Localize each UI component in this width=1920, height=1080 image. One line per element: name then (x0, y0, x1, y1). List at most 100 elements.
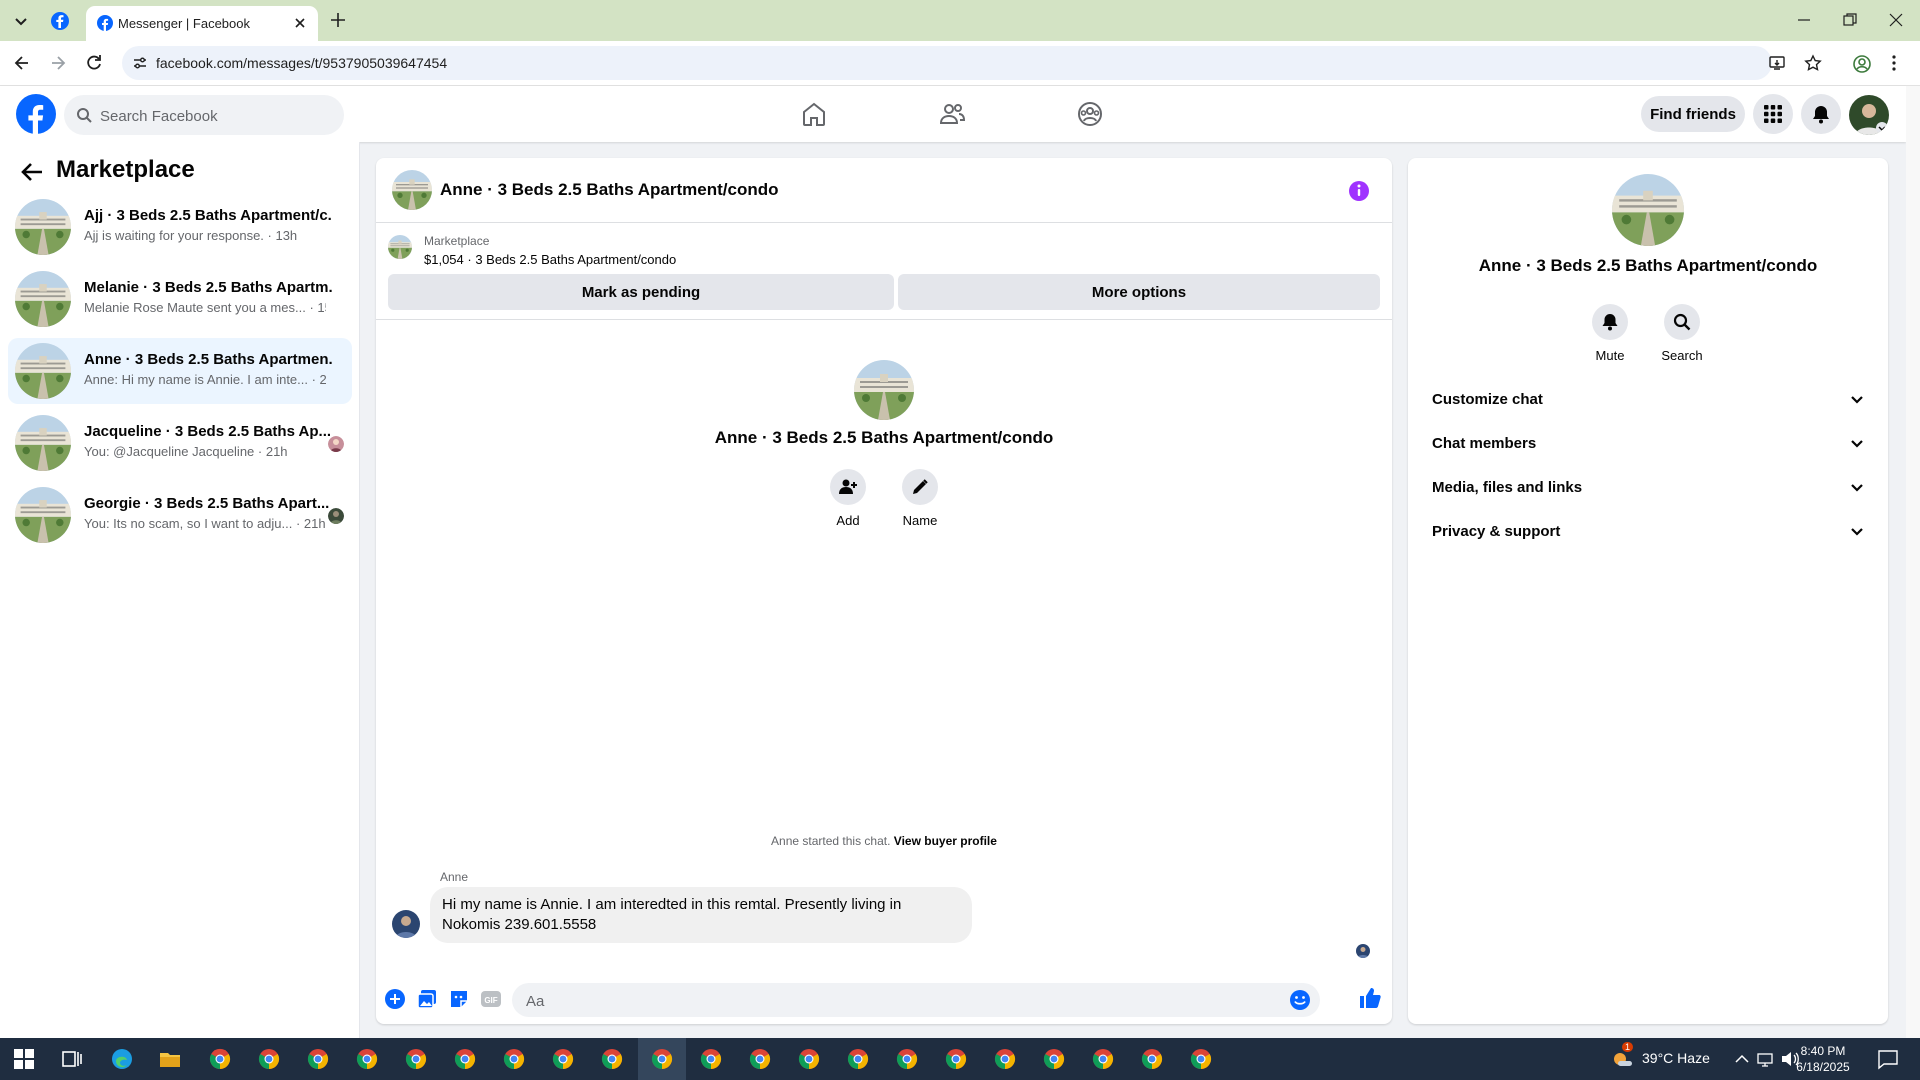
chrome-icon[interactable] (993, 1047, 1017, 1071)
task-view-icon[interactable] (60, 1047, 84, 1071)
notification-center-icon[interactable] (1876, 1047, 1900, 1071)
sender-avatar[interactable] (392, 910, 420, 938)
emoji-icon[interactable] (1288, 988, 1312, 1012)
chat-item-ajj[interactable]: Ajj · 3 Beds 2.5 Baths Apartment/c... Aj… (8, 194, 352, 260)
address-bar[interactable]: facebook.com/messages/t/9537905039647454 (122, 46, 1772, 80)
listing-title[interactable]: $1,054 · 3 Beds 2.5 Baths Apartment/cond… (424, 252, 676, 267)
page-scrollbar[interactable] (1906, 86, 1920, 1038)
chrome-icon[interactable] (797, 1047, 821, 1071)
notifications-button[interactable] (1801, 94, 1841, 134)
chrome-icon[interactable] (1189, 1047, 1213, 1071)
back-arrow-icon[interactable] (12, 53, 32, 73)
friends-icon[interactable] (938, 100, 966, 128)
chrome-icon[interactable] (453, 1047, 477, 1071)
info-icon[interactable] (1348, 180, 1370, 202)
search-action[interactable]: Search (1652, 304, 1712, 363)
chrome-icon[interactable] (846, 1047, 870, 1071)
media-files-links-section[interactable]: Media, files and links (1416, 466, 1880, 510)
chat-item-melanie[interactable]: Melanie · 3 Beds 2.5 Baths Apartm... Mel… (8, 266, 352, 332)
chrome-icon[interactable] (699, 1047, 723, 1071)
minimize-icon[interactable] (1794, 10, 1814, 30)
listing-thumbnail[interactable] (388, 235, 412, 259)
site-settings-icon[interactable] (132, 55, 148, 71)
section-title: Customize chat (1432, 391, 1543, 408)
message-input[interactable] (524, 983, 1268, 1019)
active-browser-tab[interactable]: Messenger | Facebook (86, 6, 318, 41)
chrome-icon[interactable] (895, 1047, 919, 1071)
weather-text[interactable]: 39°C Haze (1642, 1050, 1710, 1066)
section-title: Privacy & support (1432, 523, 1561, 540)
edge-icon[interactable] (110, 1047, 134, 1071)
plus-circle-icon[interactable] (384, 988, 406, 1010)
mute-action[interactable]: Mute (1580, 304, 1640, 363)
chat-item-anne[interactable]: Anne · 3 Beds 2.5 Baths Apartmen... Anne… (8, 338, 352, 404)
search-input[interactable] (98, 95, 332, 137)
chrome-icon[interactable] (748, 1047, 772, 1071)
svg-text:GIF: GIF (484, 996, 497, 1005)
close-window-icon[interactable] (1886, 10, 1906, 30)
chrome-icon[interactable] (1091, 1047, 1115, 1071)
bell-icon (1813, 106, 1829, 124)
more-options-button[interactable]: More options (898, 274, 1380, 310)
chat-started-notice: Anne started this chat. View buyer profi… (376, 834, 1392, 848)
restore-icon[interactable] (1840, 10, 1860, 30)
windows-taskbar: 1 39°C Haze 8:40 PM 6/18/2025 (0, 1038, 1920, 1080)
close-tab-icon[interactable] (292, 15, 308, 31)
chat-name: Ajj · 3 Beds 2.5 Baths Apartment/c... (84, 207, 332, 224)
reload-icon[interactable] (84, 53, 104, 73)
customize-chat-section[interactable]: Customize chat (1416, 378, 1880, 422)
chat-name: Anne · 3 Beds 2.5 Baths Apartmen... (84, 351, 332, 368)
chrome-icon[interactable] (502, 1047, 526, 1071)
chrome-icon[interactable] (355, 1047, 379, 1071)
facebook-icon (51, 12, 69, 30)
chrome-icon[interactable] (257, 1047, 281, 1071)
facebook-header: Find friends (0, 86, 1906, 142)
conversation-title[interactable]: Anne · 3 Beds 2.5 Baths Apartment/condo (440, 180, 778, 200)
conversation-avatar[interactable] (392, 170, 432, 210)
new-tab-icon[interactable] (328, 10, 348, 30)
home-icon[interactable] (800, 100, 828, 128)
chrome-icon[interactable] (1140, 1047, 1164, 1071)
add-people-action[interactable]: Add (818, 469, 878, 528)
photo-icon[interactable] (416, 988, 438, 1010)
chrome-icon[interactable] (551, 1047, 575, 1071)
install-app-icon[interactable] (1768, 54, 1786, 72)
chrome-icon[interactable] (600, 1047, 624, 1071)
groups-icon[interactable] (1076, 100, 1104, 128)
chat-preview: You: Its no scam, so I want to adju... ·… (84, 516, 326, 531)
chat-item-jacqueline[interactable]: Jacqueline · 3 Beds 2.5 Baths Ap... You:… (8, 410, 352, 476)
section-title: Chat members (1432, 435, 1537, 452)
chrome-icon[interactable] (944, 1047, 968, 1071)
thumbs-up-icon[interactable] (1358, 986, 1382, 1010)
menu-button[interactable] (1753, 94, 1793, 134)
chrome-icon[interactable] (306, 1047, 330, 1071)
forward-arrow-icon[interactable] (48, 53, 68, 73)
file-explorer-icon[interactable] (158, 1047, 182, 1071)
chevron-up-icon[interactable] (1732, 1047, 1756, 1071)
bookmark-star-icon[interactable] (1804, 54, 1822, 72)
windows-start-icon[interactable] (12, 1047, 36, 1071)
chat-item-georgie[interactable]: Georgie · 3 Beds 2.5 Baths Apart... You:… (8, 482, 352, 548)
account-avatar[interactable] (1849, 95, 1889, 135)
find-friends-button[interactable]: Find friends (1641, 96, 1745, 132)
chrome-icon[interactable] (1042, 1047, 1066, 1071)
back-arrow-icon[interactable] (18, 158, 46, 186)
browser-menu-icon[interactable] (1890, 54, 1898, 72)
tab-search-button[interactable] (10, 10, 32, 32)
pinned-facebook-tab[interactable] (48, 9, 72, 33)
message-bubble[interactable]: Hi my name is Annie. I am interedted in … (430, 887, 972, 943)
chrome-icon[interactable] (404, 1047, 428, 1071)
chrome-icon[interactable] (650, 1047, 674, 1071)
network-icon[interactable] (1756, 1047, 1780, 1071)
facebook-logo-icon[interactable] (16, 94, 56, 134)
name-chat-action[interactable]: Name (890, 469, 950, 528)
system-clock[interactable]: 8:40 PM 6/18/2025 (1786, 1043, 1860, 1075)
chrome-icon[interactable] (208, 1047, 232, 1071)
view-buyer-profile-link[interactable]: View buyer profile (894, 834, 997, 848)
chat-members-section[interactable]: Chat members (1416, 422, 1880, 466)
sticker-icon[interactable] (448, 988, 470, 1010)
privacy-support-section[interactable]: Privacy & support (1416, 510, 1880, 554)
profile-icon[interactable] (1852, 54, 1872, 74)
mark-as-pending-button[interactable]: Mark as pending (388, 274, 894, 310)
gif-icon[interactable]: GIF (480, 988, 502, 1010)
